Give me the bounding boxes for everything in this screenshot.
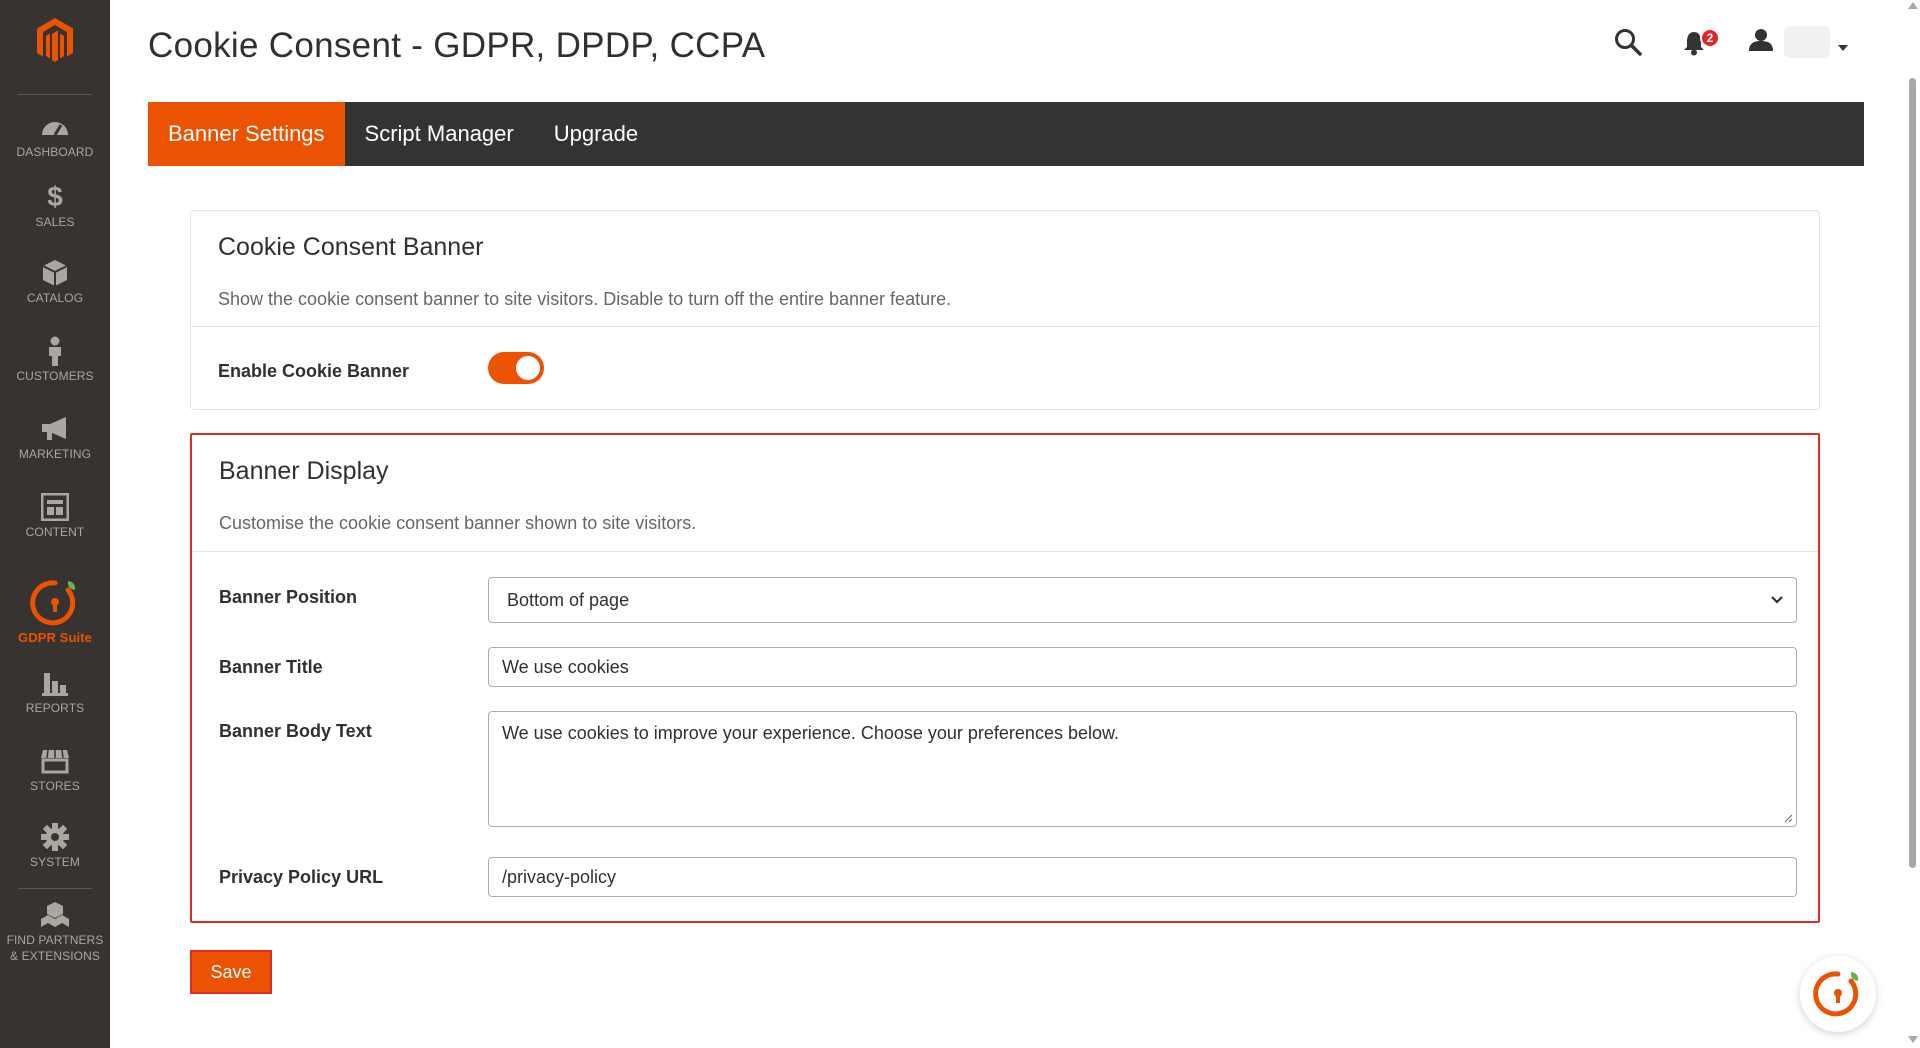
card-description: Customise the cookie consent banner show… — [219, 513, 697, 533]
card-description: Show the cookie consent banner to site v… — [218, 289, 952, 309]
sidebar-item-label: CATALOG — [26, 291, 84, 305]
magento-logo[interactable] — [0, 16, 110, 80]
sidebar-item-content[interactable]: CONTENT — [0, 492, 110, 540]
sidebar-item-customers[interactable]: CUSTOMERS — [0, 336, 110, 384]
sidebar-item-marketing[interactable]: MARKETING — [0, 414, 110, 462]
search-icon[interactable] — [1614, 28, 1642, 61]
megaphone-icon — [40, 414, 70, 444]
banner-position-label: Banner Position — [219, 587, 358, 607]
card-divider — [192, 551, 1818, 552]
enable-cookie-banner-toggle[interactable] — [488, 352, 544, 384]
box-icon — [42, 258, 68, 288]
card-divider — [191, 326, 1819, 327]
scroll-up-arrow-icon[interactable] — [1908, 2, 1918, 9]
gdpr-lock-icon — [30, 578, 80, 628]
scroll-down-arrow-icon[interactable] — [1908, 1036, 1918, 1043]
cubes-icon — [40, 900, 70, 930]
sidebar-item-gdpr-suite[interactable]: GDPR Suite — [0, 578, 110, 646]
sidebar-item-catalog[interactable]: CATALOG — [0, 258, 110, 306]
dashboard-icon — [40, 112, 70, 142]
sidebar-item-label: FIND PARTNERS & EXTENSIONS — [6, 933, 104, 963]
scrollbar-thumb[interactable] — [1909, 78, 1916, 868]
privacy-policy-url-value: /privacy-policy — [502, 866, 617, 887]
gdpr-lock-icon — [1813, 971, 1859, 1017]
tab-banner-settings[interactable]: Banner Settings — [148, 102, 345, 166]
toggle-knob — [516, 356, 540, 380]
banner-position-select[interactable]: Bottom of page — [488, 577, 1797, 623]
page-title: Cookie Consent - GDPR, DPDP, CCPA — [148, 26, 766, 65]
dollar-icon: $ — [47, 181, 63, 212]
cookie-consent-card: Cookie Consent Banner Show the cookie co… — [190, 210, 1820, 410]
person-icon — [45, 336, 65, 366]
banner-body-text-label: Banner Body Text — [219, 721, 372, 741]
sidebar-item-label: STORES — [30, 779, 80, 793]
chevron-down-icon[interactable] — [1838, 38, 1848, 56]
page-scrollbar[interactable] — [1904, 0, 1920, 1048]
sidebar-item-label: SALES — [35, 215, 75, 229]
privacy-policy-url-label: Privacy Policy URL — [219, 867, 384, 887]
sidebar-item-system[interactable]: SYSTEM — [0, 822, 110, 870]
banner-display-card: Banner Display Customise the cookie cons… — [190, 433, 1820, 923]
tab-upgrade[interactable]: Upgrade — [534, 102, 658, 166]
resize-handle-icon[interactable] — [1783, 813, 1793, 823]
gdpr-floating-button[interactable] — [1800, 956, 1876, 1032]
chevron-down-icon — [1771, 596, 1783, 604]
sidebar-item-label: SYSTEM — [30, 855, 80, 869]
sidebar-item-reports[interactable]: REPORTS — [0, 668, 110, 716]
sidebar-item-label: CONTENT — [25, 525, 85, 539]
sidebar-item-dashboard[interactable]: DASHBOARD — [0, 112, 110, 160]
banner-title-value: We use cookies — [502, 656, 629, 677]
user-name[interactable] — [1784, 26, 1830, 58]
gear-icon — [41, 822, 69, 852]
sidebar-item-find-partners[interactable]: FIND PARTNERS & EXTENSIONS — [0, 900, 110, 964]
banner-position-value: Bottom of page — [507, 589, 630, 610]
sidebar-divider — [18, 94, 92, 95]
banner-body-value: We use cookies to improve your experienc… — [502, 723, 1119, 743]
banner-body-textarea[interactable]: We use cookies to improve your experienc… — [488, 711, 1797, 827]
privacy-policy-url-input[interactable]: /privacy-policy — [488, 857, 1797, 897]
sidebar-item-label: GDPR Suite — [18, 630, 92, 645]
sidebar-item-sales[interactable]: $ SALES — [0, 181, 110, 230]
tab-script-manager[interactable]: Script Manager — [345, 102, 534, 166]
sidebar-item-label: MARKETING — [18, 447, 92, 461]
storefront-icon — [40, 746, 70, 776]
layout-icon — [41, 492, 69, 522]
tab-bar: Banner Settings Script Manager Upgrade — [148, 102, 1864, 166]
sidebar-item-label: CUSTOMERS — [16, 369, 94, 383]
sidebar-divider — [18, 888, 92, 889]
card-title: Banner Display — [219, 457, 389, 485]
notification-count-badge: 2 — [1700, 28, 1720, 48]
sidebar-item-label: DASHBOARD — [16, 145, 94, 159]
save-button[interactable]: Save — [190, 950, 272, 994]
banner-title-label: Banner Title — [219, 657, 323, 677]
enable-cookie-banner-label: Enable Cookie Banner — [218, 361, 410, 381]
sidebar-item-label: REPORTS — [25, 701, 85, 715]
card-title: Cookie Consent Banner — [218, 233, 484, 261]
admin-sidebar: DASHBOARD $ SALES CATALOG CUSTOMERS MARK… — [0, 0, 110, 1048]
sidebar-item-stores[interactable]: STORES — [0, 746, 110, 794]
user-account-icon[interactable] — [1748, 28, 1774, 57]
magento-logo-icon — [37, 18, 73, 62]
bar-chart-icon — [42, 668, 68, 698]
banner-title-input[interactable]: We use cookies — [488, 647, 1797, 687]
